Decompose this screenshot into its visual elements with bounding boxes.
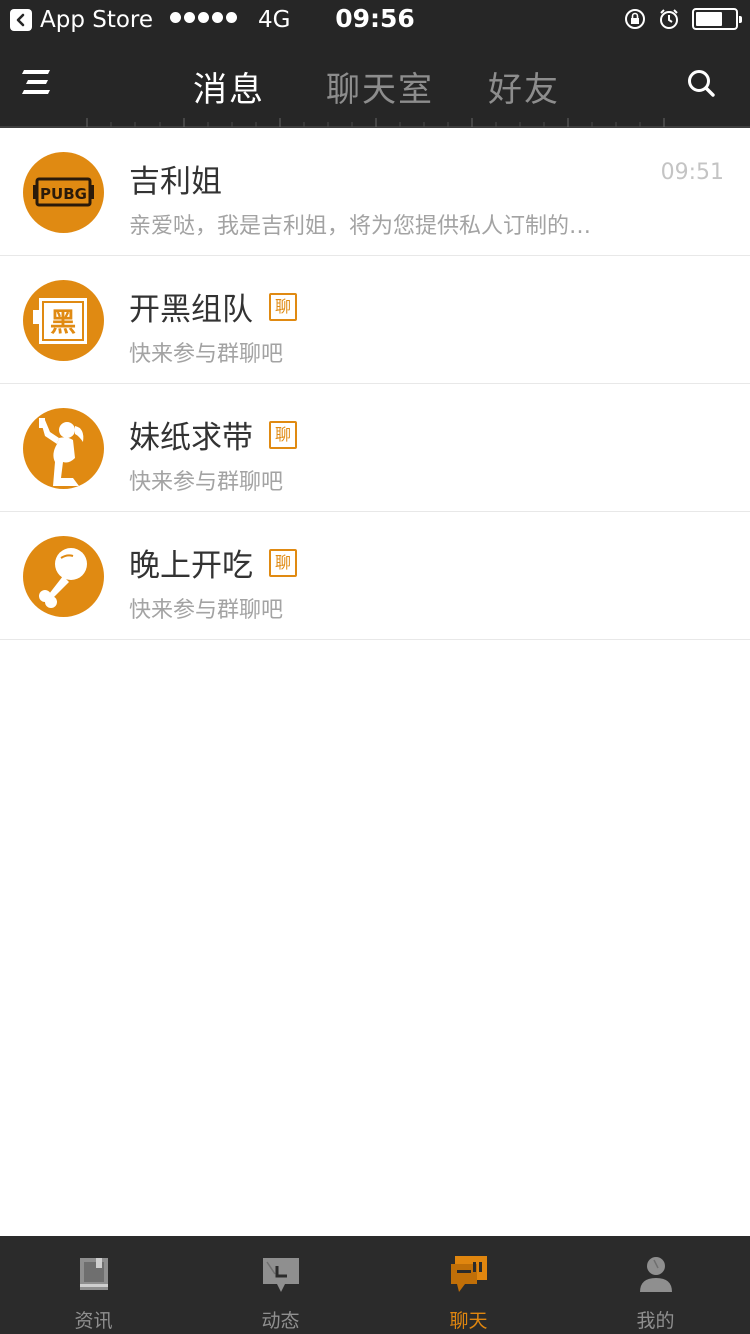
pubg-logo-avatar-icon: PUBG — [23, 152, 104, 233]
tabbar-label: 聊天 — [449, 1310, 488, 1332]
tabbar-label: 动态 — [261, 1310, 300, 1332]
tab-friends[interactable]: 好友 — [488, 62, 560, 111]
black-sign-avatar-icon: 黑 — [23, 280, 104, 361]
tabbar-item-news[interactable]: 资讯 — [0, 1236, 187, 1334]
chat-name: 妹纸求带 聊 — [129, 412, 297, 457]
group-chat-badge: 聊 — [269, 292, 297, 321]
chat-list-item[interactable]: PUBG 吉利姐 亲爱哒，我是吉利姐，将为您提供私人订制的… 09:51 — [0, 128, 750, 256]
header-tabs: 消息 聊天室 好友 — [0, 40, 750, 128]
moments-icon — [262, 1258, 299, 1292]
tabbar-label: 我的 — [636, 1310, 675, 1332]
profile-icon — [639, 1257, 672, 1292]
chat-name: 晚上开吃 聊 — [129, 540, 297, 585]
svg-text:黑: 黑 — [50, 308, 76, 338]
battery-icon — [692, 8, 742, 30]
rotation-lock-icon — [625, 9, 645, 29]
group-chat-badge: 聊 — [269, 548, 297, 577]
chat-preview: 亲爱哒，我是吉利姐，将为您提供私人订制的… — [129, 214, 592, 239]
svg-text:PUBG: PUBG — [40, 185, 87, 203]
chat-name: 吉利姐 — [129, 156, 222, 201]
chat-icon — [450, 1256, 487, 1292]
status-bar: App Store 4G 09:56 — [0, 0, 750, 40]
drumstick-avatar-icon — [23, 536, 104, 617]
alarm-icon — [660, 9, 678, 29]
news-icon — [79, 1258, 108, 1290]
chat-list-item[interactable]: 黑 开黑组队 聊 快来参与群聊吧 — [0, 256, 750, 384]
tabbar-item-chat[interactable]: 聊天 — [375, 1236, 562, 1334]
chat-time: 09:51 — [660, 160, 724, 185]
search-icon[interactable] — [686, 68, 716, 98]
header-ruler-decoration — [0, 118, 750, 128]
tab-messages[interactable]: 消息 — [193, 62, 265, 111]
girl-with-gun-avatar-icon — [23, 408, 104, 489]
chat-preview: 快来参与群聊吧 — [129, 598, 284, 623]
chat-name-text: 妹纸求带 — [129, 420, 253, 456]
tabbar-label: 资讯 — [74, 1310, 113, 1332]
chat-name-text: 开黑组队 — [129, 292, 253, 328]
chat-preview: 快来参与群聊吧 — [129, 470, 284, 495]
bottom-tab-bar: 资讯 动态 聊天 我的 — [0, 1236, 750, 1334]
chat-list-item[interactable]: 妹纸求带 聊 快来参与群聊吧 — [0, 384, 750, 512]
group-chat-badge: 聊 — [269, 420, 297, 449]
top-navigation: 消息 聊天室 好友 — [0, 40, 750, 128]
tabbar-item-moments[interactable]: 动态 — [187, 1236, 374, 1334]
chat-list-item[interactable]: 晚上开吃 聊 快来参与群聊吧 — [0, 512, 750, 640]
chat-list: PUBG 吉利姐 亲爱哒，我是吉利姐，将为您提供私人订制的… 09:51 黑 开… — [0, 128, 750, 640]
chat-name: 开黑组队 聊 — [129, 284, 297, 329]
chat-name-text: 吉利姐 — [129, 164, 222, 200]
tab-chatroom[interactable]: 聊天室 — [326, 62, 434, 111]
chat-preview: 快来参与群聊吧 — [129, 342, 284, 367]
tabbar-item-profile[interactable]: 我的 — [562, 1236, 749, 1334]
chat-name-text: 晚上开吃 — [129, 548, 253, 584]
